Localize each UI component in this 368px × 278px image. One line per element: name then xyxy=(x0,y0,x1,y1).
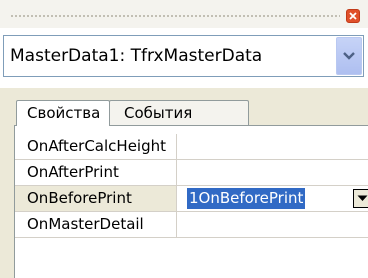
object-selector-dropdown-button[interactable] xyxy=(336,37,362,75)
tab-events[interactable]: События xyxy=(109,100,249,126)
event-row-selected[interactable]: OnBeforePrint 1OnBeforePrint xyxy=(15,186,368,212)
event-name: OnAfterPrint xyxy=(15,160,177,185)
dropdown-arrow-icon xyxy=(357,195,368,201)
event-name: OnBeforePrint xyxy=(15,186,177,211)
event-row[interactable]: OnAfterCalcHeight xyxy=(15,134,368,160)
inspector-titlebar[interactable] xyxy=(0,0,368,28)
event-grid: OnAfterCalcHeight OnAfterPrint OnBeforeP… xyxy=(14,125,368,278)
event-name: OnMasterDetail xyxy=(15,212,177,237)
tab-events-label: События xyxy=(124,104,193,122)
grip-handle[interactable] xyxy=(10,15,340,17)
tab-properties-label: Свойства xyxy=(27,104,101,122)
event-value-editor[interactable]: 1OnBeforePrint xyxy=(187,188,306,209)
event-name: OnAfterCalcHeight xyxy=(15,134,177,159)
event-row[interactable]: OnAfterPrint xyxy=(15,160,368,186)
tab-properties[interactable]: Свойства xyxy=(16,100,110,126)
close-icon xyxy=(349,12,357,20)
event-row[interactable]: OnMasterDetail xyxy=(15,212,368,238)
object-selector-value: MasterData1: TfrxMasterData xyxy=(10,46,263,66)
object-selector[interactable]: MasterData1: TfrxMasterData xyxy=(3,35,364,77)
close-button[interactable] xyxy=(346,9,360,23)
chevron-down-icon xyxy=(343,52,355,60)
event-dropdown-button[interactable] xyxy=(353,189,368,208)
